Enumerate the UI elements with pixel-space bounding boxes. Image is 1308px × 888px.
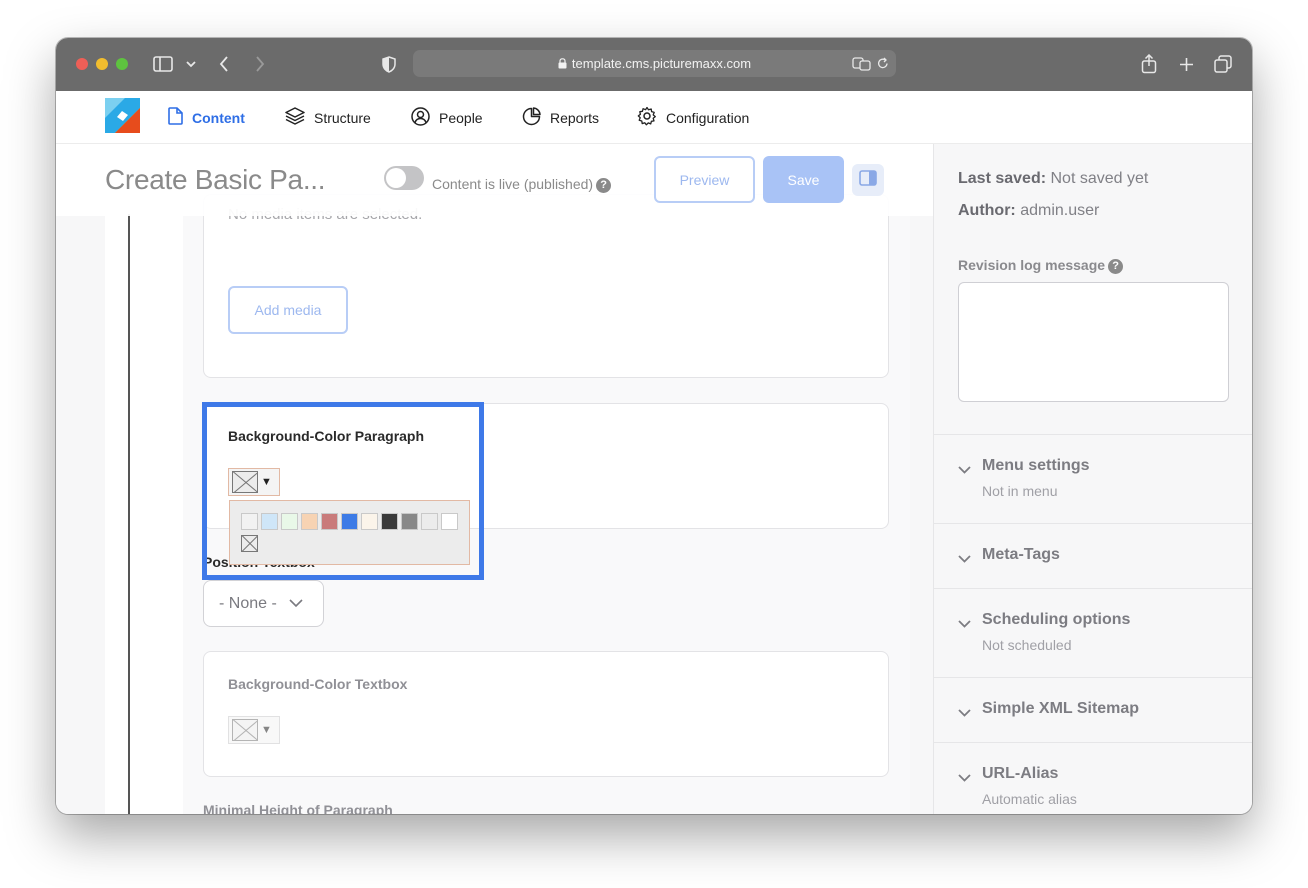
tab-overview-icon[interactable]: [1213, 54, 1233, 74]
nav-item-label: Reports: [550, 109, 600, 126]
published-toggle[interactable]: [384, 166, 424, 190]
revision-log-label: Revision log message?: [958, 257, 1124, 274]
help-icon[interactable]: ?: [596, 178, 612, 193]
no-color-swatch-icon: [232, 719, 258, 741]
zoom-window-button[interactable]: [116, 58, 128, 70]
translate-icon[interactable]: [851, 55, 871, 72]
url-label: template.cms.picturemaxx.com: [571, 56, 752, 71]
chevron-down-icon: [958, 704, 971, 722]
nav-item-content[interactable]: Content: [168, 91, 245, 144]
page-header: Create Basic Pa... Content is live (publ…: [56, 144, 933, 216]
reload-icon[interactable]: [876, 56, 890, 71]
lock-icon: [558, 57, 567, 72]
accordion-url-alias[interactable]: URL-Alias Automatic alias: [934, 742, 1252, 814]
forward-icon[interactable]: [253, 55, 267, 73]
nav-item-label: Configuration: [666, 109, 750, 126]
browser-toolbar: template.cms.picturemaxx.com: [56, 38, 1252, 91]
cms-navbar: Content Structure People Reports Configu…: [56, 91, 1252, 144]
add-media-button[interactable]: Add media: [228, 286, 348, 334]
caret-down-icon: ▼: [261, 724, 272, 736]
accordion-title: Scheduling options: [982, 611, 1131, 628]
main-content: No media items are selected. Add media B…: [56, 144, 933, 814]
author-value: admin.user: [1020, 202, 1100, 219]
accordion-title: Simple XML Sitemap: [982, 700, 1140, 717]
nav-item-label: Content: [192, 109, 245, 126]
bg-color-textbox-card: [203, 651, 889, 777]
browser-window: template.cms.picturemaxx.com Content Str…: [56, 38, 1252, 814]
cms-logo[interactable]: [105, 98, 140, 133]
chevron-down-icon: [958, 550, 971, 568]
chevron-down-icon[interactable]: [185, 58, 197, 70]
layers-icon: [285, 107, 305, 128]
published-label-text: Content is live (published): [432, 176, 594, 192]
accordion-scheduling[interactable]: Scheduling options Not scheduled: [934, 588, 1252, 677]
address-bar[interactable]: template.cms.picturemaxx.com: [413, 50, 896, 77]
min-height-label: Minimal Height of Paragraph: [203, 802, 393, 814]
user-circle-icon: [411, 106, 430, 129]
close-window-button[interactable]: [76, 58, 88, 70]
highlight-frame: [202, 402, 484, 580]
gear-icon: [637, 106, 657, 129]
position-textbox-select[interactable]: - None -: [203, 580, 324, 627]
url-text: template.cms.picturemaxx.com: [413, 56, 896, 72]
sidebar-panel-toggle[interactable]: [852, 164, 884, 196]
published-label: Content is live (published)?: [432, 176, 612, 193]
accordion-title: Menu settings: [982, 457, 1090, 474]
accordion-title: URL-Alias: [982, 765, 1059, 782]
nav-item-reports[interactable]: Reports: [522, 91, 599, 144]
bg-color-textbox-picker[interactable]: ▼: [228, 716, 280, 744]
accordion-menu-settings[interactable]: Menu settings Not in menu: [934, 434, 1252, 523]
chevron-down-icon: [289, 595, 303, 613]
accordion-title: Meta-Tags: [982, 546, 1060, 563]
revision-log-label-text: Revision log message: [958, 257, 1106, 273]
chevron-down-icon: [958, 769, 971, 787]
nav-item-label: People: [439, 109, 483, 126]
shield-icon[interactable]: [381, 54, 397, 74]
chevron-down-icon: [958, 461, 971, 479]
meta-sidebar: Last saved: Not saved yet Author: admin.…: [933, 144, 1252, 814]
accordion-meta-tags[interactable]: Meta-Tags: [934, 523, 1252, 588]
nav-item-label: Structure: [314, 109, 371, 126]
accordion-xml-sitemap[interactable]: Simple XML Sitemap: [934, 677, 1252, 742]
panel-right-icon: [859, 169, 877, 191]
save-button[interactable]: Save: [763, 156, 844, 203]
author-label: Author:: [958, 202, 1016, 219]
last-saved-label: Last saved:: [958, 170, 1047, 187]
back-icon[interactable]: [217, 55, 231, 73]
pie-chart-icon: [522, 106, 541, 129]
share-icon[interactable]: [1139, 53, 1159, 75]
sidebar-toggle-icon[interactable]: [153, 55, 173, 73]
nav-item-structure[interactable]: Structure: [285, 91, 371, 144]
page-title: Create Basic Pa...: [105, 164, 326, 195]
last-saved-value: Not saved yet: [1050, 170, 1149, 187]
accordion-subtitle: Not in menu: [982, 483, 1058, 499]
preview-button[interactable]: Preview: [654, 156, 755, 203]
position-textbox-value: - None -: [219, 594, 277, 612]
accordion-subtitle: Not scheduled: [982, 637, 1072, 653]
nav-item-people[interactable]: People: [411, 91, 483, 144]
author: Author: admin.user: [958, 202, 1099, 220]
minimize-window-button[interactable]: [96, 58, 108, 70]
last-saved: Last saved: Not saved yet: [958, 170, 1148, 188]
bg-color-textbox-label: Background-Color Textbox: [228, 676, 408, 692]
chevron-down-icon: [958, 615, 971, 633]
nav-item-configuration[interactable]: Configuration: [637, 91, 749, 144]
help-icon[interactable]: ?: [1108, 259, 1124, 274]
accordion-subtitle: Automatic alias: [982, 791, 1077, 807]
new-tab-icon[interactable]: [1176, 54, 1196, 74]
document-icon: [168, 107, 183, 128]
revision-log-textarea[interactable]: [958, 282, 1229, 402]
nesting-line: [128, 214, 130, 814]
